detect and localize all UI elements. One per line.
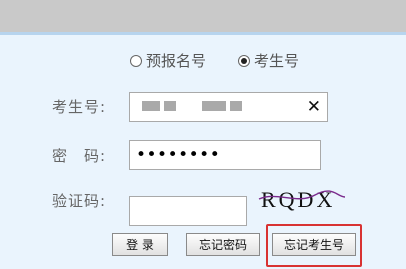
password-label: 密 码: [52, 147, 107, 165]
exam-number-input[interactable]: ✕ [129, 92, 328, 122]
login-button[interactable]: 登 录 [112, 233, 168, 256]
radio-option-exam-number[interactable]: 考生号 [238, 50, 299, 71]
login-mode-radio-group: 预报名号 考生号 [130, 50, 299, 71]
masked-value-segment [164, 101, 176, 111]
captcha-image[interactable]: RQDX [257, 185, 347, 213]
close-icon[interactable]: ✕ [307, 95, 321, 119]
radio-label-pre-registration: 预报名号 [146, 52, 207, 70]
captcha-label: 验证码: [52, 192, 107, 210]
masked-value-segment [202, 101, 226, 111]
top-banner [0, 0, 406, 32]
radio-option-pre-registration[interactable]: 预报名号 [130, 50, 206, 71]
radio-unchecked-icon [130, 54, 142, 67]
top-banner-edge [0, 32, 406, 35]
masked-value-segment [142, 101, 160, 111]
password-input[interactable]: •••••••• [129, 140, 321, 170]
password-value: •••••••• [136, 145, 221, 165]
radio-label-exam-number: 考生号 [254, 52, 300, 70]
forgot-password-button[interactable]: 忘记密码 [186, 233, 260, 256]
highlight-box [266, 224, 362, 267]
radio-checked-icon [238, 54, 251, 67]
captcha-input[interactable] [129, 196, 247, 226]
masked-value-segment [230, 101, 242, 111]
exam-number-label: 考生号: [52, 98, 107, 116]
